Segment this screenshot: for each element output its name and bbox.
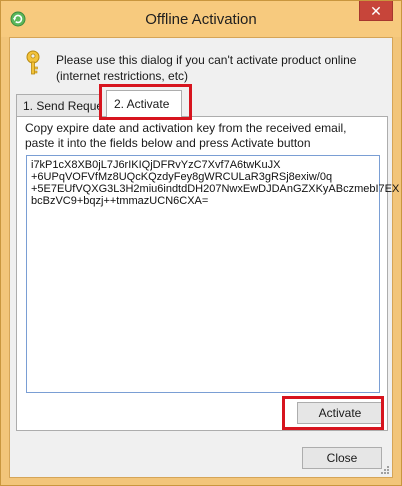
window-title: Offline Activation bbox=[145, 11, 257, 28]
info-message: Please use this dialog if you can't acti… bbox=[56, 53, 357, 83]
close-button[interactable]: Close bbox=[302, 447, 382, 469]
activate-tab-panel: Copy expire date and activation key from… bbox=[16, 116, 400, 431]
key-line: +6UPqVOFVfMz8UQcKQzdyFey8gWRCULaR3gRSj8e… bbox=[31, 171, 333, 183]
activation-instructions: Copy expire date and activation key from… bbox=[25, 121, 347, 150]
dialog-body: Please use this dialog if you can't acti… bbox=[9, 37, 400, 478]
activate-button[interactable]: Activate bbox=[297, 402, 383, 424]
window-close-button[interactable]: ✕ bbox=[359, 1, 393, 21]
offline-activation-window: Offline Activation ✕ Please use this dia… bbox=[0, 0, 402, 486]
resize-grip-icon[interactable] bbox=[380, 465, 390, 475]
key-icon bbox=[26, 50, 40, 75]
key-line: bcBzVC9+bqzj++tmmazUCN6CXA= bbox=[31, 195, 209, 207]
tab-send-request[interactable]: 1. Send Request bbox=[16, 94, 102, 116]
activation-key-textarea[interactable]: i7kP1cX8XB0jL7J6rIKIQjDFRvYzC7Xvf7A6twKu… bbox=[26, 155, 400, 393]
tab-activate[interactable]: 2. Activate bbox=[106, 90, 182, 117]
key-line: i7kP1cX8XB0jL7J6rIKIQjDFRvYzC7Xvf7A6twKu… bbox=[31, 159, 281, 171]
key-line: +5E7EUfVQXG3L3H2miu6indtdDH207NwxEwDJDAn… bbox=[31, 183, 400, 195]
title-bar[interactable]: Offline Activation ✕ bbox=[1, 1, 401, 37]
